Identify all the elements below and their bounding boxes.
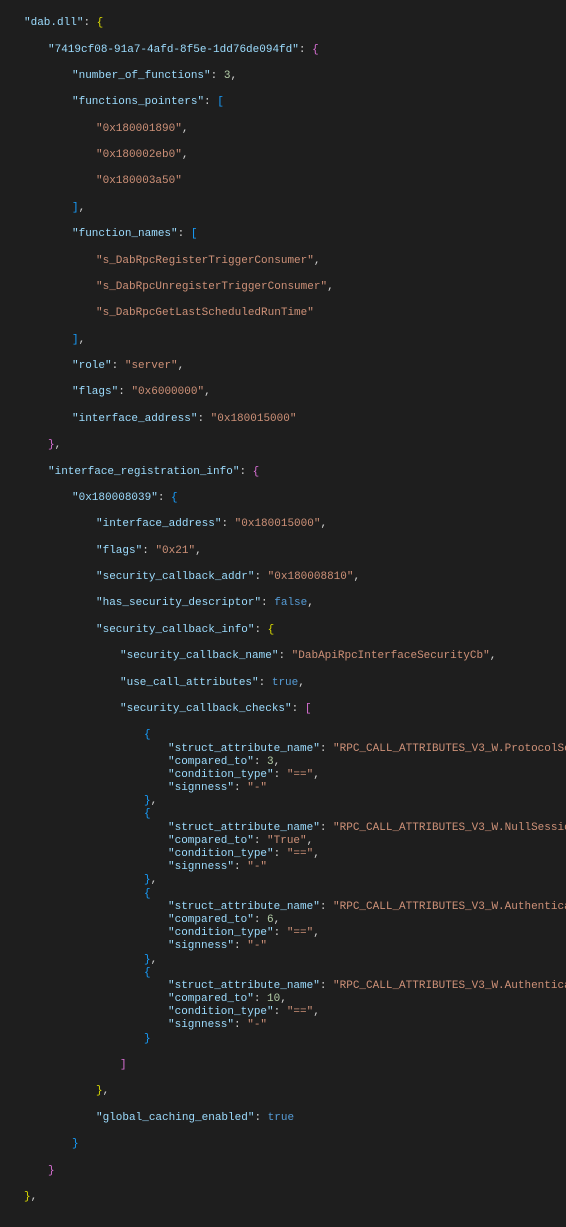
line: {: [0, 967, 566, 980]
line: "struct_attribute_name": "RPC_CALL_ATTRI…: [0, 822, 566, 835]
line: "flags": "0x21",: [0, 545, 566, 558]
line: },: [0, 1191, 566, 1204]
line: }: [0, 1165, 566, 1178]
line: "functions_pointers": [: [0, 96, 566, 109]
line: },: [0, 795, 566, 808]
line: {: [0, 888, 566, 901]
line: "signness": "-": [0, 782, 566, 795]
line: "struct_attribute_name": "RPC_CALL_ATTRI…: [0, 743, 566, 756]
line: ]: [0, 1059, 566, 1072]
line: "signness": "-": [0, 861, 566, 874]
line: "function_names": [: [0, 228, 566, 241]
line: "security_callback_info": {: [0, 624, 566, 637]
line: }: [0, 1138, 566, 1151]
json-code-block: "dab.dll": { "7419cf08-91a7-4afd-8f5e-1d…: [0, 0, 566, 1227]
line: "compared_to": 10,: [0, 993, 566, 1006]
line: },: [0, 954, 566, 967]
line: {: [0, 808, 566, 821]
line: },: [0, 874, 566, 887]
line: "compared_to": "True",: [0, 835, 566, 848]
line: "struct_attribute_name": "RPC_CALL_ATTRI…: [0, 980, 566, 993]
line: "interface_address": "0x180015000": [0, 413, 566, 426]
line: "0x180001890",: [0, 123, 566, 136]
line: "condition_type": "==",: [0, 1006, 566, 1019]
line: "condition_type": "==",: [0, 848, 566, 861]
line: "7419cf08-91a7-4afd-8f5e-1dd76de094fd": …: [0, 44, 566, 57]
line: "signness": "-": [0, 940, 566, 953]
line: {: [0, 729, 566, 742]
line: "global_caching_enabled": true: [0, 1112, 566, 1125]
line: "interface_address": "0x180015000",: [0, 518, 566, 531]
line: "security_callback_addr": "0x180008810",: [0, 571, 566, 584]
line: "s_DabRpcGetLastScheduledRunTime": [0, 307, 566, 320]
line: },: [0, 1085, 566, 1098]
line: "role": "server",: [0, 360, 566, 373]
line: "flags": "0x6000000",: [0, 386, 566, 399]
line: "use_call_attributes": true,: [0, 677, 566, 690]
line: "0x180003a50": [0, 175, 566, 188]
line: "0x180008039": {: [0, 492, 566, 505]
line: },: [0, 439, 566, 452]
line: "interface_registration_info": {: [0, 466, 566, 479]
line: "s_DabRpcUnregisterTriggerConsumer",: [0, 281, 566, 294]
line: "security_callback_checks": [: [0, 703, 566, 716]
line: ],: [0, 202, 566, 215]
line: "0x180002eb0",: [0, 149, 566, 162]
line: "struct_attribute_name": "RPC_CALL_ATTRI…: [0, 901, 566, 914]
line: "number_of_functions": 3,: [0, 70, 566, 83]
line: "signness": "-": [0, 1019, 566, 1032]
line: "compared_to": 3,: [0, 756, 566, 769]
line: "security_callback_name": "DabApiRpcInte…: [0, 650, 566, 663]
line: "dab.dll": {: [0, 17, 566, 30]
line: "has_security_descriptor": false,: [0, 597, 566, 610]
line: "condition_type": "==",: [0, 927, 566, 940]
line: ],: [0, 334, 566, 347]
line: "s_DabRpcRegisterTriggerConsumer",: [0, 255, 566, 268]
line: "compared_to": 6,: [0, 914, 566, 927]
line: }: [0, 1033, 566, 1046]
line: "condition_type": "==",: [0, 769, 566, 782]
